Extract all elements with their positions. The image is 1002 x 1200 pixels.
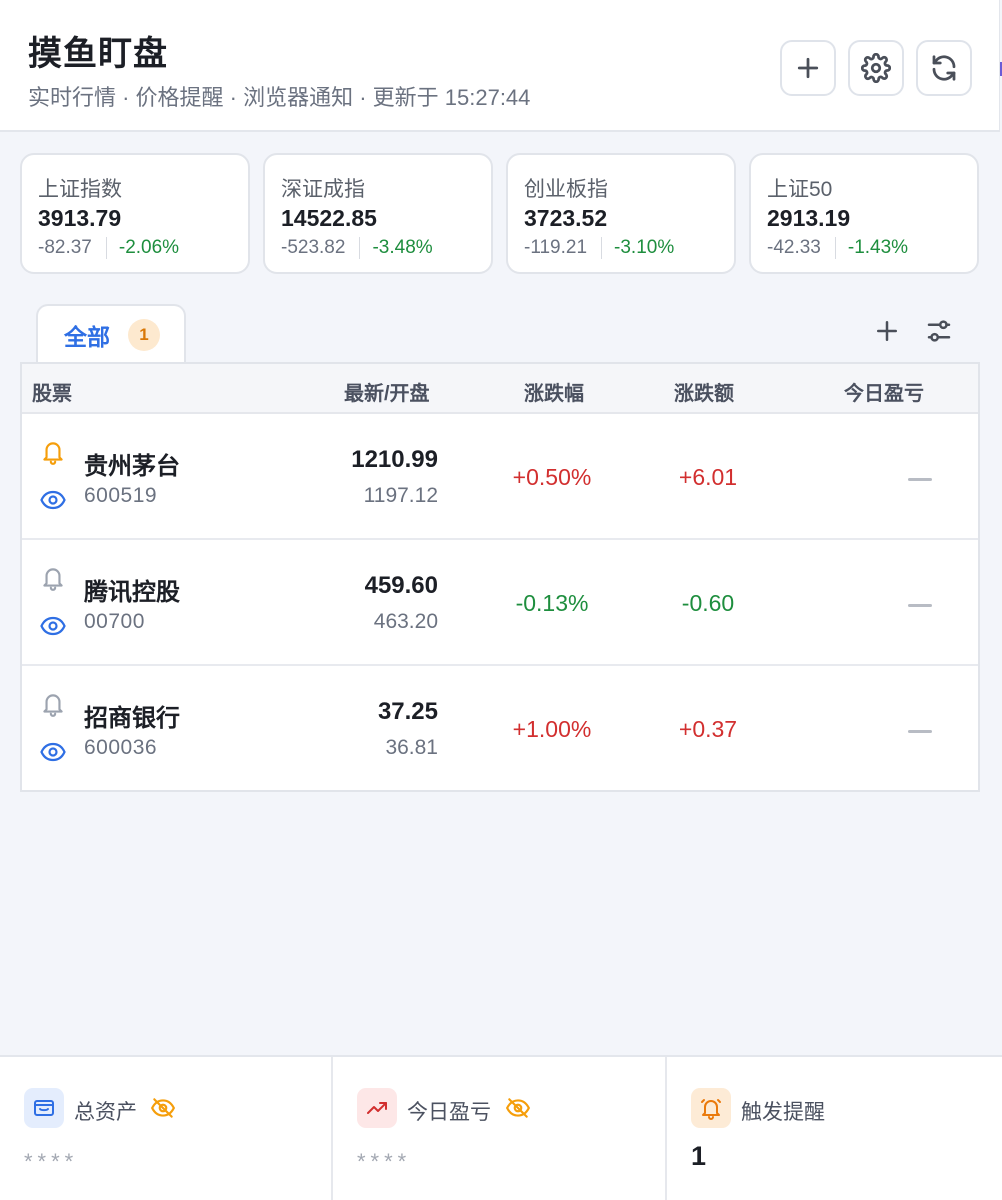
- change-percent: +1.00%: [512, 716, 592, 742]
- index-card-chinext[interactable]: 创业板指 3723.52 -119.21 -3.10%: [506, 153, 736, 274]
- column-header-price[interactable]: 最新/开盘: [344, 377, 430, 406]
- change-percent: -0.13%: [515, 590, 589, 616]
- alarm-bell-icon: [691, 1088, 731, 1128]
- index-change-row: -82.37 -2.06%: [38, 237, 179, 259]
- column-header-change-percent[interactable]: 涨跌幅: [524, 377, 584, 406]
- table-row[interactable]: 腾讯控股 00700 459.60 463.20 -0.13% -0.60: [22, 540, 978, 666]
- today-pnl-label: 今日盈亏: [407, 1101, 491, 1124]
- divider: [359, 237, 361, 259]
- group-tab-bar: 全部 1: [20, 304, 980, 364]
- index-value: 3913.79: [38, 205, 122, 231]
- index-name: 上证指数: [38, 178, 122, 201]
- index-change-row: -523.82 -3.48%: [281, 237, 433, 259]
- index-change-percent: -2.06%: [118, 237, 180, 258]
- gear-icon: [861, 53, 891, 83]
- index-name: 深证成指: [281, 178, 365, 201]
- today-pnl-empty: [908, 604, 932, 607]
- app-title: 摸鱼盯盘: [28, 35, 168, 73]
- eye-off-icon[interactable]: [505, 1095, 531, 1121]
- divider: [105, 237, 107, 259]
- filter-settings-button[interactable]: [924, 316, 954, 346]
- index-value: 2913.19: [767, 205, 851, 231]
- settings-button[interactable]: [848, 40, 904, 96]
- total-assets-value: ****: [24, 1149, 79, 1174]
- add-group-button[interactable]: [872, 316, 902, 346]
- today-pnl-panel: 今日盈亏 ****: [333, 1057, 666, 1200]
- index-change-row: -42.33 -1.43%: [767, 237, 908, 259]
- table-header: 股票 最新/开盘 涨跌幅 涨跌额 今日盈亏: [22, 364, 978, 414]
- index-value: 14522.85: [281, 205, 377, 231]
- stock-name: 招商银行: [84, 705, 180, 732]
- bell-icon[interactable]: [40, 438, 66, 466]
- add-stock-button[interactable]: [780, 40, 836, 96]
- index-card-shanghai[interactable]: 上证指数 3913.79 -82.37 -2.06%: [20, 153, 250, 274]
- eye-icon[interactable]: [40, 616, 66, 636]
- column-header-change-amount[interactable]: 涨跌额: [674, 377, 734, 406]
- column-header-stock[interactable]: 股票: [32, 377, 72, 406]
- column-header-today-pnl[interactable]: 今日盈亏: [844, 377, 924, 406]
- index-value: 3723.52: [524, 205, 608, 231]
- index-change: -119.21: [524, 237, 588, 258]
- triggered-alerts-panel: 触发提醒 1: [667, 1057, 1002, 1200]
- index-change: -523.82: [281, 237, 346, 258]
- plus-icon: [877, 321, 897, 341]
- eye-off-icon[interactable]: [150, 1095, 176, 1121]
- index-change: -42.33: [767, 237, 821, 258]
- total-assets-panel: 总资产 ****: [0, 1057, 332, 1200]
- open-price: 463.20: [373, 610, 438, 633]
- sliders-icon: [927, 320, 951, 342]
- triggered-alerts-label: 触发提醒: [741, 1101, 825, 1124]
- triggered-alerts-count: 1: [691, 1141, 707, 1171]
- tab-all[interactable]: 全部 1: [36, 304, 186, 364]
- stock-code: 600036: [84, 736, 158, 759]
- index-change-percent: -1.43%: [847, 237, 909, 258]
- refresh-button[interactable]: [916, 40, 972, 96]
- tab-label: 全部: [64, 324, 110, 350]
- divider: [601, 237, 603, 259]
- watchlist-table: 股票 最新/开盘 涨跌幅 涨跌额 今日盈亏 贵州茅台 600519 1210.9…: [20, 362, 980, 792]
- latest-price: 459.60: [364, 572, 438, 599]
- latest-price: 37.25: [377, 698, 438, 725]
- stock-name: 腾讯控股: [84, 579, 180, 606]
- change-amount: +0.37: [678, 716, 738, 742]
- change-percent: +0.50%: [512, 464, 592, 490]
- wallet-icon: [24, 1088, 64, 1128]
- open-price: 1197.12: [363, 484, 438, 507]
- bell-icon[interactable]: [40, 564, 66, 592]
- total-assets-label: 总资产: [74, 1101, 137, 1124]
- index-change: -82.37: [38, 237, 92, 258]
- tab-count-badge: 1: [128, 319, 160, 351]
- change-amount: +6.01: [678, 464, 738, 490]
- app-header: 摸鱼盯盘 实时行情 · 价格提醒 · 浏览器通知 · 更新于 15:27:44: [0, 0, 1000, 132]
- open-price: 36.81: [385, 736, 438, 759]
- plus-icon: [797, 57, 819, 79]
- trending-up-icon: [357, 1088, 397, 1128]
- change-amount: -0.60: [681, 590, 735, 616]
- today-pnl-empty: [908, 730, 932, 733]
- index-card-sse50[interactable]: 上证50 2913.19 -42.33 -1.43%: [749, 153, 979, 274]
- table-row[interactable]: 贵州茅台 600519 1210.99 1197.12 +0.50% +6.01: [22, 414, 978, 540]
- table-row[interactable]: 招商银行 600036 37.25 36.81 +1.00% +0.37: [22, 666, 978, 792]
- eye-icon[interactable]: [40, 490, 66, 510]
- divider: [834, 237, 836, 259]
- summary-footer: 总资产 **** 今日盈亏 **** 触发提醒 1: [0, 1055, 1002, 1200]
- eye-icon[interactable]: [40, 742, 66, 762]
- bell-icon[interactable]: [40, 690, 66, 718]
- app-subtitle: 实时行情 · 价格提醒 · 浏览器通知 · 更新于 15:27:44: [28, 85, 531, 110]
- stock-name: 贵州茅台: [84, 453, 180, 480]
- latest-price: 1210.99: [351, 446, 438, 473]
- index-name: 创业板指: [524, 178, 608, 201]
- today-pnl-value: ****: [357, 1149, 412, 1174]
- index-change-row: -119.21 -3.10%: [524, 237, 674, 259]
- index-change-percent: -3.48%: [372, 237, 433, 258]
- index-name: 上证50: [767, 178, 833, 201]
- index-change-percent: -3.10%: [614, 237, 675, 258]
- index-card-shenzhen[interactable]: 深证成指 14522.85 -523.82 -3.48%: [263, 153, 493, 274]
- stock-code: 600519: [84, 484, 158, 507]
- stock-code: 00700: [84, 610, 145, 633]
- refresh-icon: [932, 55, 956, 81]
- today-pnl-empty: [908, 478, 932, 481]
